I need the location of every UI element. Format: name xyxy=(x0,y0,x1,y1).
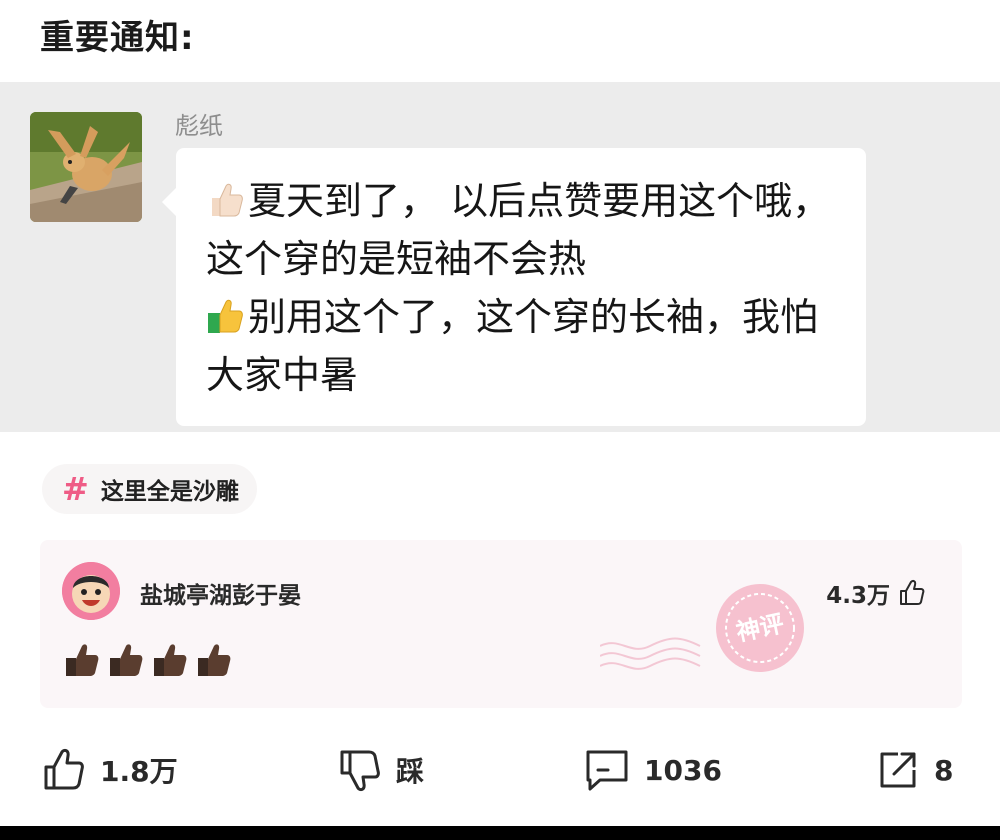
god-comment-card[interactable]: 神评 盐城亭湖彭于晏 4.3万 xyxy=(40,540,962,708)
topic-tag[interactable]: # 这里全是沙雕 xyxy=(42,464,257,514)
thumbs-up-icon xyxy=(44,748,84,790)
dislike-label: 踩 xyxy=(396,755,425,788)
dark-thumbs-up-icon xyxy=(154,644,187,676)
green-sleeve-thumbs-up-icon xyxy=(208,299,243,333)
message-text: 夏天到了， 以后点赞要用这个哦，这个穿的是短袖不会热 别用这个了，这个穿的长袖，… xyxy=(206,172,846,404)
dislike-button[interactable]: 踩 xyxy=(338,748,424,792)
comment-like-button[interactable]: 4.3万 xyxy=(826,576,926,610)
bottom-edge-bar xyxy=(0,826,1000,840)
message-line-1: 夏天到了， 以后点赞要用这个哦，这个穿的是短袖不会热 xyxy=(206,179,831,281)
comment-icon xyxy=(586,750,628,791)
commenter-avatar[interactable] xyxy=(62,562,120,620)
share-button[interactable]: 8 xyxy=(876,748,953,792)
dark-thumbs-up-icon xyxy=(66,644,99,676)
thumbs-down-icon xyxy=(340,750,380,792)
god-comment-stamp-icon: 神评 xyxy=(600,584,804,672)
dark-thumbs-up-icon xyxy=(198,644,231,676)
hashtag-icon: # xyxy=(62,470,89,508)
thumbs-up-icon xyxy=(900,580,925,605)
comment-button[interactable]: 1036 xyxy=(584,748,722,792)
bunny-photo-icon xyxy=(30,112,142,222)
sender-avatar[interactable] xyxy=(30,112,142,222)
commenter-name[interactable]: 盐城亭湖彭于晏 xyxy=(140,576,301,610)
page-title: 重要通知: xyxy=(40,18,195,58)
sender-name: 彪纸 xyxy=(175,112,223,140)
comment-count: 1036 xyxy=(644,753,722,787)
post-action-bar: 1.8万 踩 1036 8 xyxy=(0,740,1000,804)
cartoon-face-icon xyxy=(62,562,120,620)
like-button[interactable]: 1.8万 xyxy=(42,748,178,792)
comment-like-count: 4.3万 xyxy=(826,583,890,609)
like-count: 1.8万 xyxy=(100,755,178,788)
bubble-tail xyxy=(162,188,176,216)
chat-screenshot: 彪纸 夏天到了， 以后点赞要用这个哦，这个穿的是短袖不会热 别用这个了，这个穿的… xyxy=(0,82,1000,432)
comment-body xyxy=(62,640,234,680)
dark-thumbs-up-icon xyxy=(110,644,143,676)
chat-bubble: 夏天到了， 以后点赞要用这个哦，这个穿的是短袖不会热 别用这个了，这个穿的长袖，… xyxy=(162,148,866,426)
message-line-2: 别用这个了，这个穿的长袖，我怕大家中暑 xyxy=(206,295,819,397)
light-thumbs-up-icon xyxy=(212,183,243,217)
share-count: 8 xyxy=(934,753,954,787)
share-icon xyxy=(880,752,916,788)
topic-label: 这里全是沙雕 xyxy=(100,479,239,505)
